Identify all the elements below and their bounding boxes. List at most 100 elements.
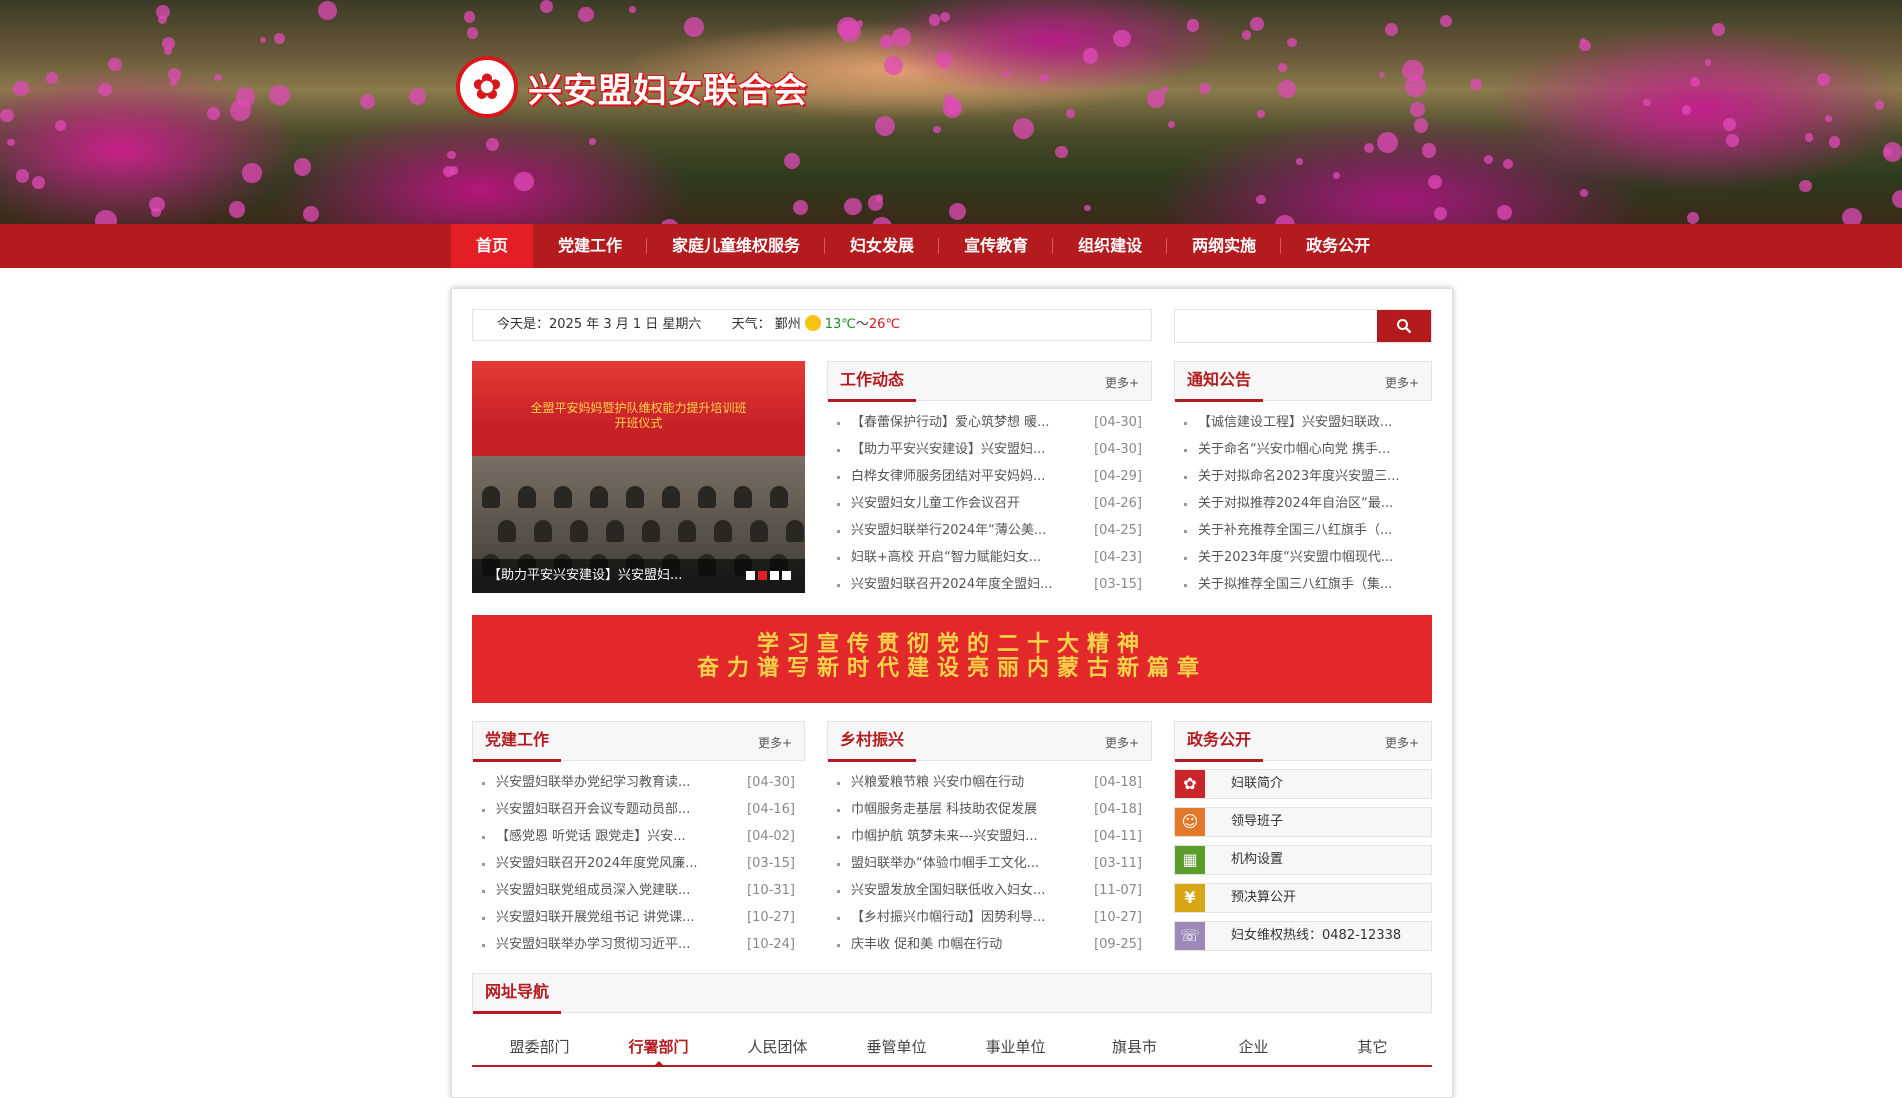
slider-dot[interactable] — [758, 571, 767, 580]
list-item[interactable]: 盟妇联举办“体验巾帼手工文化... [03-11] — [827, 850, 1152, 877]
list-item-date: [10-24] — [747, 937, 795, 952]
list-item[interactable]: 巾帼护航 筑梦未来---兴安盟妇... [04-11] — [827, 823, 1152, 850]
notice-more-link[interactable]: 更多+ — [1385, 374, 1419, 391]
list-item[interactable]: 关于对拟推荐2024年自治区“最... — [1174, 490, 1432, 517]
nav-item-label: 妇女发展 — [850, 236, 915, 255]
tab-link-category[interactable]: 事业单位 — [956, 1029, 1075, 1065]
list-item[interactable]: 白桦女律师服务团结对平安妈妈... [04-29] — [827, 463, 1152, 490]
nav-item-4[interactable]: 宣传教育 — [939, 224, 1054, 268]
list-item[interactable]: 关于拟推荐全国三八红旗手（集... — [1174, 571, 1432, 598]
nav-item-0[interactable]: 首页 — [451, 224, 534, 268]
list-item[interactable]: 巾帼服务走基层 科技助农促发展 [04-18] — [827, 796, 1152, 823]
flower-blossom — [1712, 23, 1725, 36]
nav-item-label: 组织建设 — [1078, 236, 1143, 255]
nav-item-3[interactable]: 妇女发展 — [825, 224, 940, 268]
flower-blossom — [1497, 204, 1513, 220]
audience-person — [570, 520, 588, 542]
nav-item-1[interactable]: 党建工作 — [533, 224, 648, 268]
list-item[interactable]: 【诚信建设工程】兴安盟妇联政... — [1174, 409, 1432, 436]
gov-item-1[interactable]: ☺ 领导班子 — [1174, 807, 1432, 837]
flower-blossom — [1874, 99, 1885, 110]
flower-blossom — [683, 17, 704, 38]
party-work-more-link[interactable]: 更多+ — [758, 734, 792, 751]
gov-item-2[interactable]: ▦ 机构设置 — [1174, 845, 1432, 875]
list-item-title: 【春蕾保护行动】爱心筑梦想 暖... — [851, 415, 1050, 430]
list-item-title: 关于2023年度“兴安盟巾帼现代... — [1198, 550, 1394, 565]
slider-dot[interactable] — [782, 571, 791, 580]
list-item-title: 关于命名“兴安巾帼心向党 携手... — [1198, 442, 1391, 457]
gov-affairs-more-link[interactable]: 更多+ — [1385, 734, 1419, 751]
list-item[interactable]: 兴安盟妇联党组成员深入党建联... [10-31] — [472, 877, 805, 904]
nav-item-2[interactable]: 家庭儿童维权服务 — [647, 224, 826, 268]
list-item[interactable]: 兴安盟妇联开展党组书记 讲党课... [10-27] — [472, 904, 805, 931]
flower-blossom — [157, 15, 167, 25]
tab-link-category[interactable]: 盟委部门 — [480, 1029, 599, 1065]
list-item[interactable]: 兴安盟妇联召开2024年度全盟妇... [03-15] — [827, 571, 1152, 598]
site-links-panel: 网址导航 盟委部门 行署部门 人民团体 垂管单位 事业单位 旗县市 企业 其它 — [472, 973, 1432, 1067]
search-button[interactable] — [1377, 310, 1431, 342]
list-item-date: [04-11] — [1094, 829, 1142, 844]
tab-link-category[interactable]: 其它 — [1313, 1029, 1432, 1065]
audience-person — [534, 520, 552, 542]
list-item[interactable]: 庆丰收 促和美 巾帼在行动 [09-25] — [827, 931, 1152, 958]
slogan-banner[interactable]: 学习宣传贯彻党的二十大精神 奋力谱写新时代建设亮丽内蒙古新篇章 — [472, 615, 1432, 703]
flower-blossom — [1378, 71, 1386, 79]
tab-link-category[interactable]: 企业 — [1194, 1029, 1313, 1065]
list-item[interactable]: 兴安盟妇联举行2024年“薄公美... [04-25] — [827, 517, 1152, 544]
list-item-title: 【感党恩 听党话 跟党走】兴安... — [496, 829, 686, 844]
list-item[interactable]: 妇联+高校 开启“智力赋能妇女... [04-23] — [827, 544, 1152, 571]
flower-blossom — [163, 47, 172, 56]
slider-dot[interactable] — [746, 571, 755, 580]
tab-link-category[interactable]: 人民团体 — [718, 1029, 837, 1065]
gov-item-0[interactable]: ✿ 妇联简介 — [1174, 769, 1432, 799]
notice-panel: 通知公告 更多+ 【诚信建设工程】兴安盟妇联政... 关于命名“兴安巾帼心向党 携手… — [1174, 361, 1432, 598]
flower-blossom — [1363, 143, 1374, 154]
coin-icon: ¥ — [1175, 884, 1205, 912]
tab-link-category[interactable]: 垂管单位 — [837, 1029, 956, 1065]
slider-dot[interactable] — [770, 571, 779, 580]
list-item[interactable]: 兴安盟妇联召开2024年度党风廉... [03-15] — [472, 850, 805, 877]
list-item[interactable]: 兴安盟发放全国妇联低收入妇女... [11-07] — [827, 877, 1152, 904]
list-item-date: [04-18] — [1094, 775, 1142, 790]
list-item[interactable]: 【乡村振兴巾帼行动】因势利导... [10-27] — [827, 904, 1152, 931]
nav-item-7[interactable]: 政务公开 — [1281, 224, 1395, 268]
tab-link-category[interactable]: 旗县市 — [1075, 1029, 1194, 1065]
gov-item-label: 妇联简介 — [1231, 776, 1284, 791]
gov-item-3[interactable]: ¥ 预决算公开 — [1174, 883, 1432, 913]
list-item[interactable]: 【助力平安兴安建设】兴安盟妇... [04-30] — [827, 436, 1152, 463]
list-item[interactable]: 兴安盟妇联举办学习贯彻习近平... [10-24] — [472, 931, 805, 958]
list-item-date: [11-07] — [1094, 883, 1142, 898]
list-item[interactable]: 兴安盟妇女儿童工作会议召开 [04-26] — [827, 490, 1152, 517]
search-input[interactable] — [1175, 310, 1379, 342]
flower-blossom — [7, 138, 15, 147]
flower-blossom — [1689, 77, 1700, 88]
flower-blossom — [1502, 158, 1514, 169]
news-slider[interactable]: 全盟平安妈妈暨护队维权能力提升培训班 开班仪式 【助力平安兴安建设】兴安盟妇..… — [472, 361, 805, 593]
list-item[interactable]: 关于补充推荐全国三八红旗手（... — [1174, 517, 1432, 544]
nav-item-6[interactable]: 两纲实施 — [1167, 224, 1282, 268]
list-item[interactable]: 关于命名“兴安巾帼心向党 携手... — [1174, 436, 1432, 463]
rural-revival-more-link[interactable]: 更多+ — [1105, 734, 1139, 751]
list-item[interactable]: 关于对拟命名2023年度兴安盟三... — [1174, 463, 1432, 490]
flower-blossom — [235, 87, 255, 107]
flower-blossom — [948, 203, 966, 220]
gov-item-4[interactable]: ☏ 妇女维权热线：0482-12338 — [1174, 921, 1432, 951]
list-item[interactable]: 【春蕾保护行动】爱心筑梦想 暖... [04-30] — [827, 409, 1152, 436]
list-item-title: 兴安盟发放全国妇联低收入妇女... — [851, 883, 1046, 898]
list-item[interactable]: 兴安盟妇联召开会议专题动员部... [04-16] — [472, 796, 805, 823]
list-item[interactable]: 【感党恩 听党话 跟党走】兴安... [04-02] — [472, 823, 805, 850]
audience-person — [770, 486, 788, 508]
flower-blossom — [875, 115, 896, 136]
work-news-more-link[interactable]: 更多+ — [1105, 374, 1139, 391]
site-logo[interactable]: ✿ 兴安盟妇女联合会 — [456, 56, 808, 118]
list-item[interactable]: 兴粮爱粮节粮 兴安巾帼在行动 [04-18] — [827, 769, 1152, 796]
gov-item-label: 机构设置 — [1231, 852, 1284, 867]
list-item-date: [03-11] — [1094, 856, 1142, 871]
tab-link-category[interactable]: 行署部门 — [599, 1029, 718, 1067]
list-item[interactable]: 关于2023年度“兴安盟巾帼现代... — [1174, 544, 1432, 571]
list-item[interactable]: 兴安盟妇联举办党纪学习教育读... [04-30] — [472, 769, 805, 796]
flower-blossom — [1040, 74, 1049, 83]
nav-item-5[interactable]: 组织建设 — [1053, 224, 1168, 268]
audience-person — [786, 520, 804, 542]
flower-blossom — [207, 107, 221, 120]
